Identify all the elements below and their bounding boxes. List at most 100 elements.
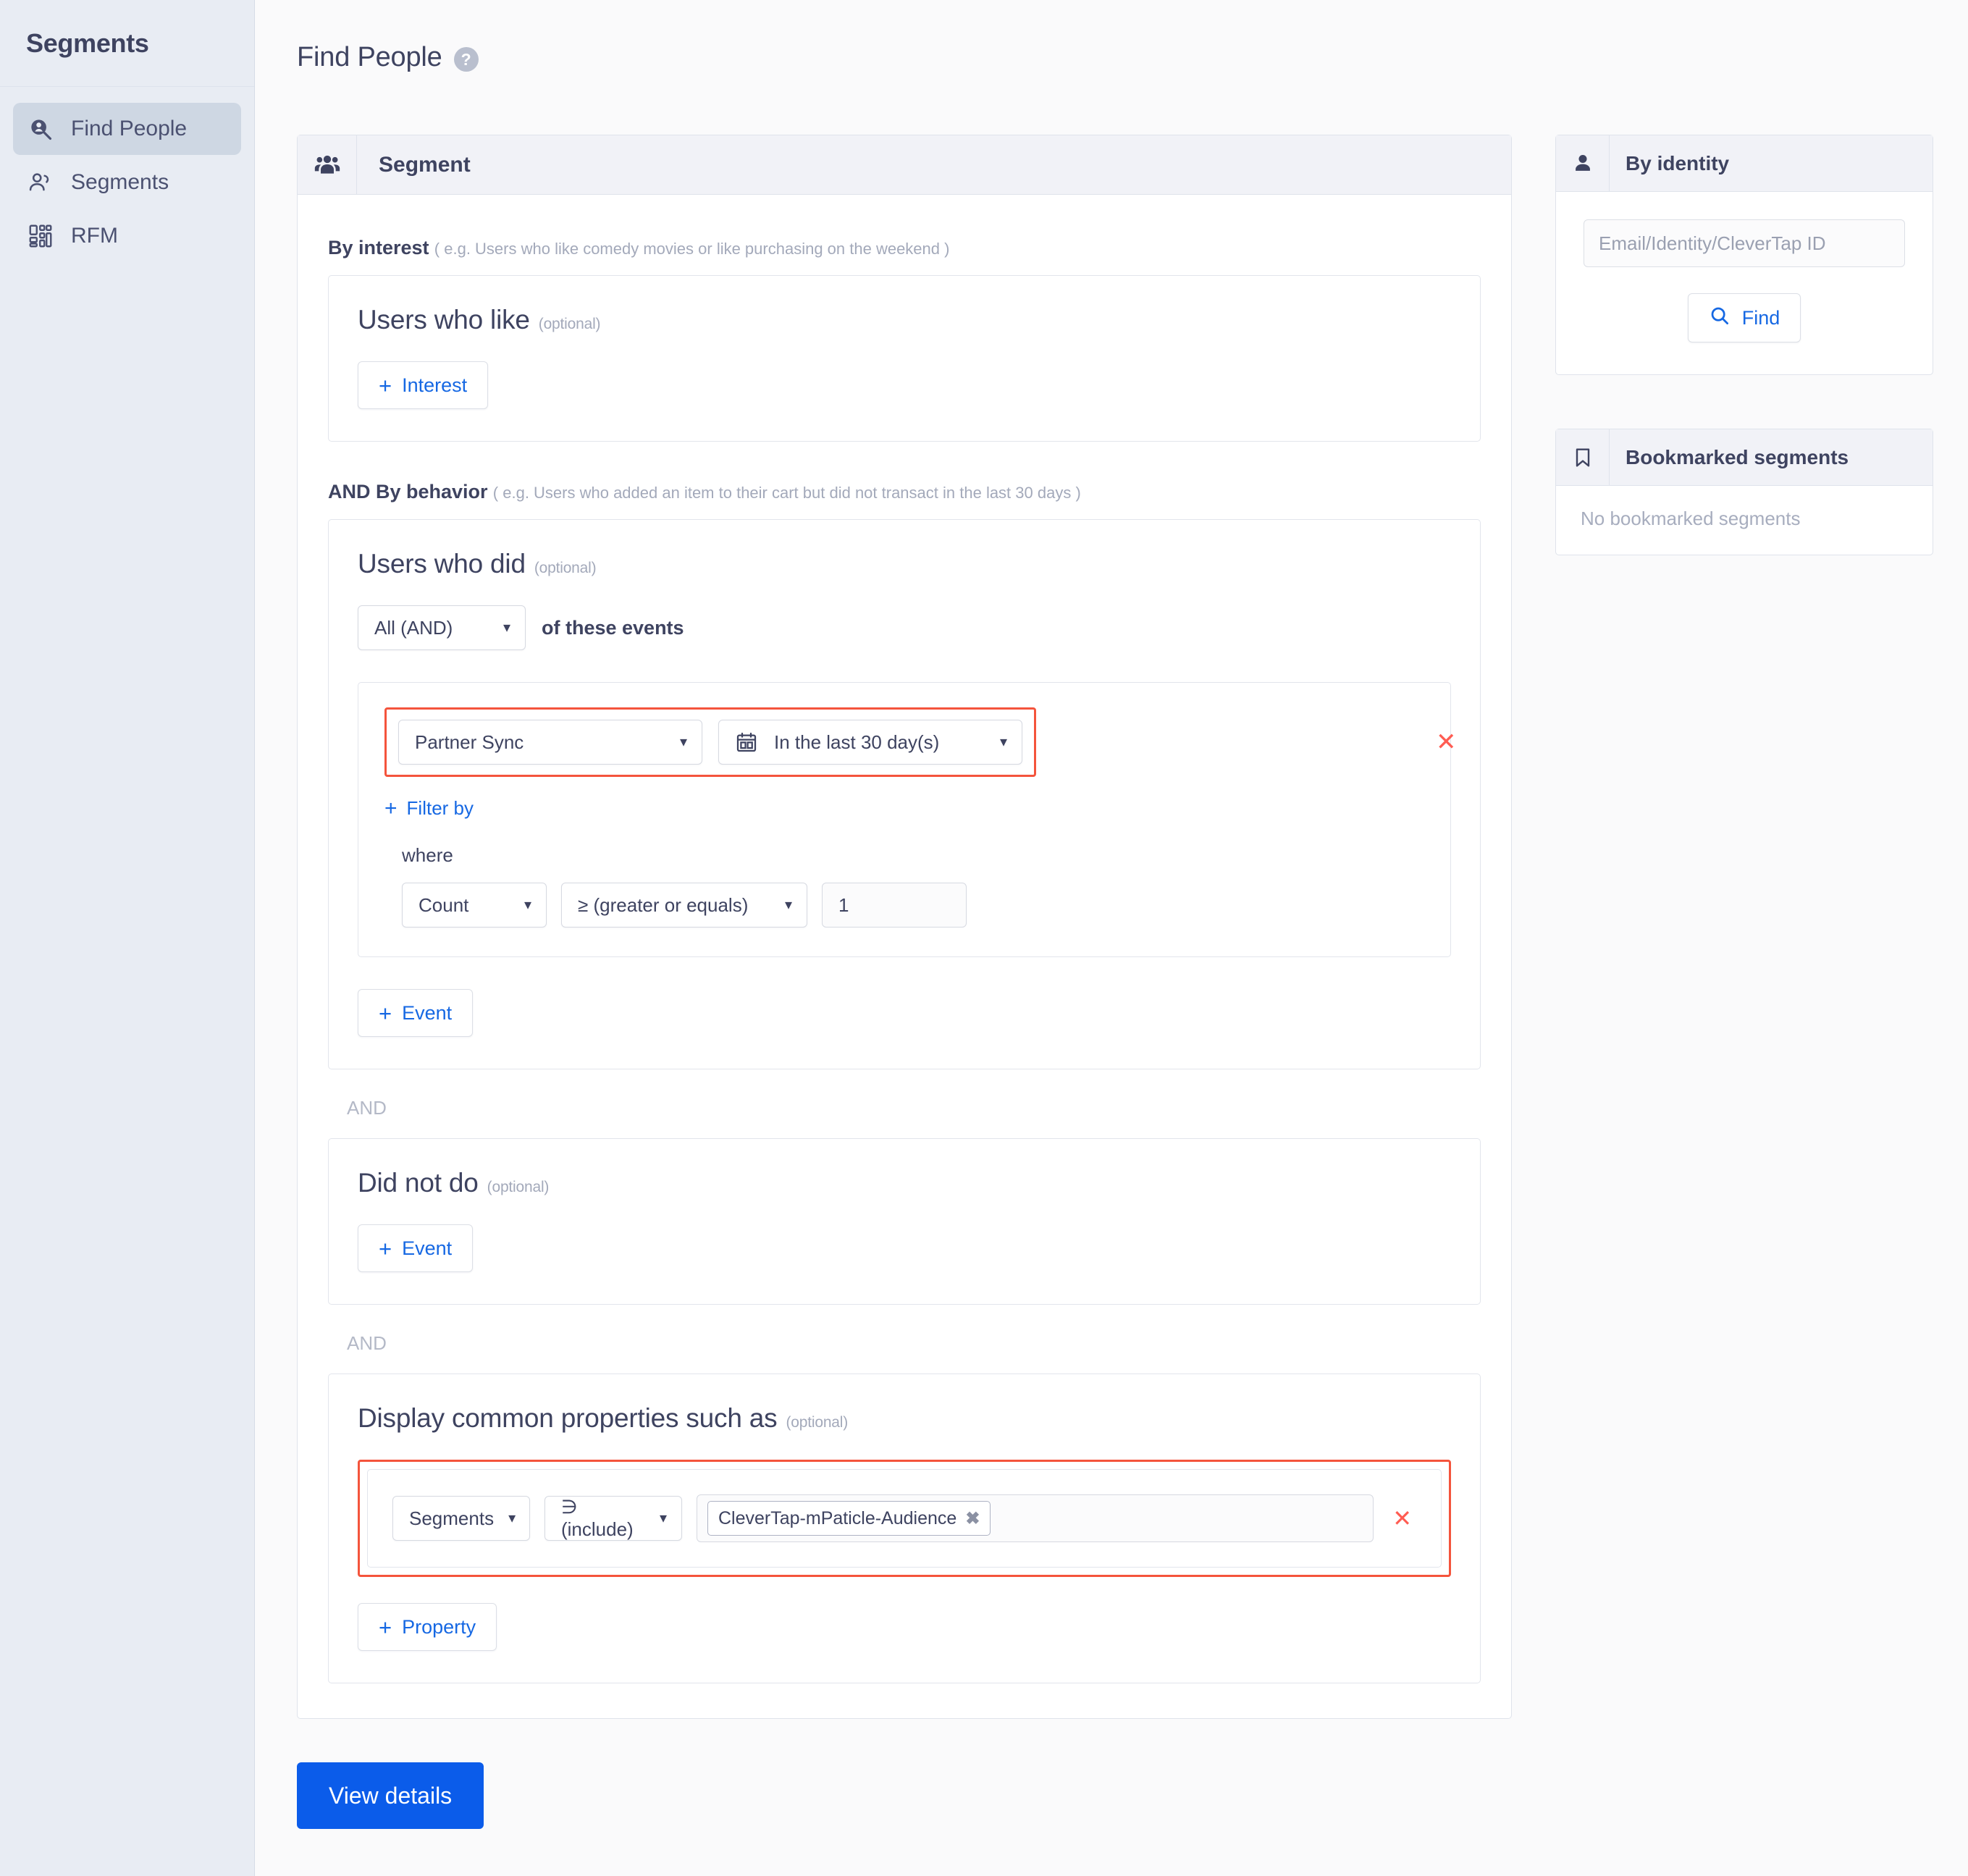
by-behavior-title: AND By behavior	[328, 481, 488, 502]
sidebar-nav: Find People Segments	[0, 87, 254, 264]
right-sidebar: By identity Find	[1555, 135, 1933, 609]
content-row: Segment By interest ( e.g. Users who lik…	[255, 80, 1968, 1719]
optional-label: (optional)	[786, 1414, 848, 1431]
sidebar-item-label: RFM	[71, 224, 118, 248]
match-type-value: All (AND)	[374, 617, 453, 639]
where-operator-value: ≥ (greater or equals)	[578, 894, 748, 917]
help-circle-icon[interactable]: ?	[454, 47, 479, 72]
match-type-row: All (AND) ▾ of these events	[358, 605, 1451, 650]
remove-token-icon[interactable]: ✖	[965, 1508, 980, 1529]
match-type-select[interactable]: All (AND) ▾	[358, 605, 526, 650]
panel-heading: Users who like	[358, 305, 530, 335]
plus-icon: +	[384, 798, 398, 820]
add-event-label: Event	[402, 1002, 452, 1025]
segment-card-title: Segment	[357, 135, 471, 194]
property-name-value: Segments	[409, 1507, 494, 1530]
panel-heading: Did not do	[358, 1168, 479, 1198]
property-value-token-field[interactable]: CleverTap-mPaticle-Audience ✖	[697, 1494, 1374, 1542]
property-condition-row: Segments ▾ ∋ (include) ▾ CleverTap-mPa	[367, 1469, 1442, 1568]
optional-label: (optional)	[487, 1179, 550, 1196]
by-interest-hint: ( e.g. Users who like comedy movies or l…	[434, 240, 950, 258]
find-button[interactable]: Find	[1688, 293, 1801, 342]
delete-event-icon[interactable]: ✕	[1436, 730, 1457, 754]
segment-card-body: By interest ( e.g. Users who like comedy…	[298, 195, 1511, 1718]
where-property-value: Count	[419, 894, 468, 917]
bookmarked-segments-card: Bookmarked segments No bookmarked segmen…	[1555, 429, 1933, 555]
by-interest-title: By interest	[328, 237, 429, 258]
identity-search-input[interactable]	[1584, 219, 1905, 267]
event-name-select[interactable]: Partner Sync ▾	[398, 720, 702, 765]
did-not-do-title: Did not do (optional)	[358, 1168, 1451, 1198]
bookmarked-segments-header: Bookmarked segments	[1556, 429, 1933, 486]
add-interest-button[interactable]: + Interest	[358, 361, 488, 409]
optional-label: (optional)	[534, 560, 597, 577]
event-highlight-box: Partner Sync ▾	[384, 707, 1036, 777]
by-identity-title: By identity	[1610, 135, 1729, 191]
plus-icon: +	[379, 374, 392, 397]
event-date-range-select[interactable]: In the last 30 day(s) ▾	[718, 720, 1022, 765]
and-separator-1: AND	[328, 1069, 1481, 1138]
where-property-select[interactable]: Count ▾	[402, 883, 547, 928]
calendar-icon	[735, 731, 758, 754]
common-properties-panel: Display common properties such as (optio…	[328, 1374, 1481, 1683]
and-separator-2: AND	[328, 1305, 1481, 1374]
app-root: Segments Find People	[0, 0, 1968, 1876]
bookmarked-empty-text: No bookmarked segments	[1581, 508, 1908, 530]
group-people-icon	[298, 135, 357, 194]
delete-property-icon[interactable]: ✕	[1388, 1507, 1416, 1530]
segment-card: Segment By interest ( e.g. Users who lik…	[297, 135, 1512, 1719]
grid-icon	[26, 222, 55, 251]
where-condition-row: Count ▾ ≥ (greater or equals) ▾	[384, 883, 1424, 928]
bookmark-icon	[1556, 429, 1610, 485]
footer: View details	[255, 1719, 1968, 1829]
event-date-range-value: In the last 30 day(s)	[774, 731, 939, 754]
sidebar-title: Segments	[26, 28, 149, 59]
users-icon	[26, 168, 55, 197]
by-behavior-hint: ( e.g. Users who added an item to their …	[493, 484, 1081, 502]
plus-icon: +	[379, 1002, 392, 1025]
by-identity-card: By identity Find	[1555, 135, 1933, 375]
by-interest-label: By interest ( e.g. Users who like comedy…	[328, 237, 1481, 259]
chevron-down-icon: ▾	[508, 1511, 516, 1526]
bookmarked-segments-title: Bookmarked segments	[1610, 429, 1849, 485]
sidebar-item-rfm[interactable]: RFM	[13, 210, 241, 262]
event-condition-box: Partner Sync ▾	[358, 682, 1451, 957]
users-who-like-panel: Users who like (optional) + Interest	[328, 275, 1481, 442]
optional-label: (optional)	[539, 316, 601, 333]
property-operator-value: ∋ (include)	[561, 1496, 645, 1541]
person-search-icon	[26, 114, 55, 143]
sidebar-item-find-people[interactable]: Find People	[13, 103, 241, 155]
chevron-down-icon: ▾	[680, 735, 687, 749]
view-details-button[interactable]: View details	[297, 1762, 484, 1829]
property-highlight-box: Segments ▾ ∋ (include) ▾ CleverTap-mPa	[358, 1460, 1451, 1577]
chevron-down-icon: ▾	[1000, 735, 1007, 749]
where-value-input[interactable]	[822, 883, 967, 928]
where-operator-select[interactable]: ≥ (greater or equals) ▾	[561, 883, 807, 928]
property-operator-select[interactable]: ∋ (include) ▾	[544, 1496, 682, 1541]
add-property-label: Property	[402, 1616, 476, 1639]
add-interest-label: Interest	[402, 374, 467, 397]
filter-by-label: Filter by	[407, 797, 474, 820]
sidebar-header: Segments	[0, 0, 254, 87]
segment-card-header: Segment	[298, 135, 1511, 195]
find-button-label: Find	[1742, 307, 1780, 329]
plus-icon: +	[379, 1237, 392, 1260]
by-behavior-label: AND By behavior ( e.g. Users who added a…	[328, 481, 1481, 503]
add-event-button-did-not[interactable]: + Event	[358, 1224, 473, 1272]
value-token-label: CleverTap-mPaticle-Audience	[718, 1508, 956, 1529]
person-icon	[1556, 135, 1610, 191]
of-these-events-label: of these events	[542, 617, 684, 639]
property-name-select[interactable]: Segments ▾	[392, 1496, 530, 1541]
add-property-button[interactable]: + Property	[358, 1603, 497, 1651]
users-who-did-title: Users who did (optional)	[358, 549, 1451, 579]
page-header: Find People ?	[255, 0, 1968, 80]
sidebar-item-segments[interactable]: Segments	[13, 156, 241, 209]
filter-by-button[interactable]: + Filter by	[384, 797, 474, 820]
add-event-label: Event	[402, 1237, 452, 1260]
add-event-button-did[interactable]: + Event	[358, 989, 473, 1037]
chevron-down-icon: ▾	[503, 621, 510, 635]
by-identity-header: By identity	[1556, 135, 1933, 192]
by-identity-body: Find	[1556, 192, 1933, 374]
event-main-row: Partner Sync ▾	[384, 707, 1424, 777]
common-properties-title: Display common properties such as (optio…	[358, 1403, 1451, 1434]
